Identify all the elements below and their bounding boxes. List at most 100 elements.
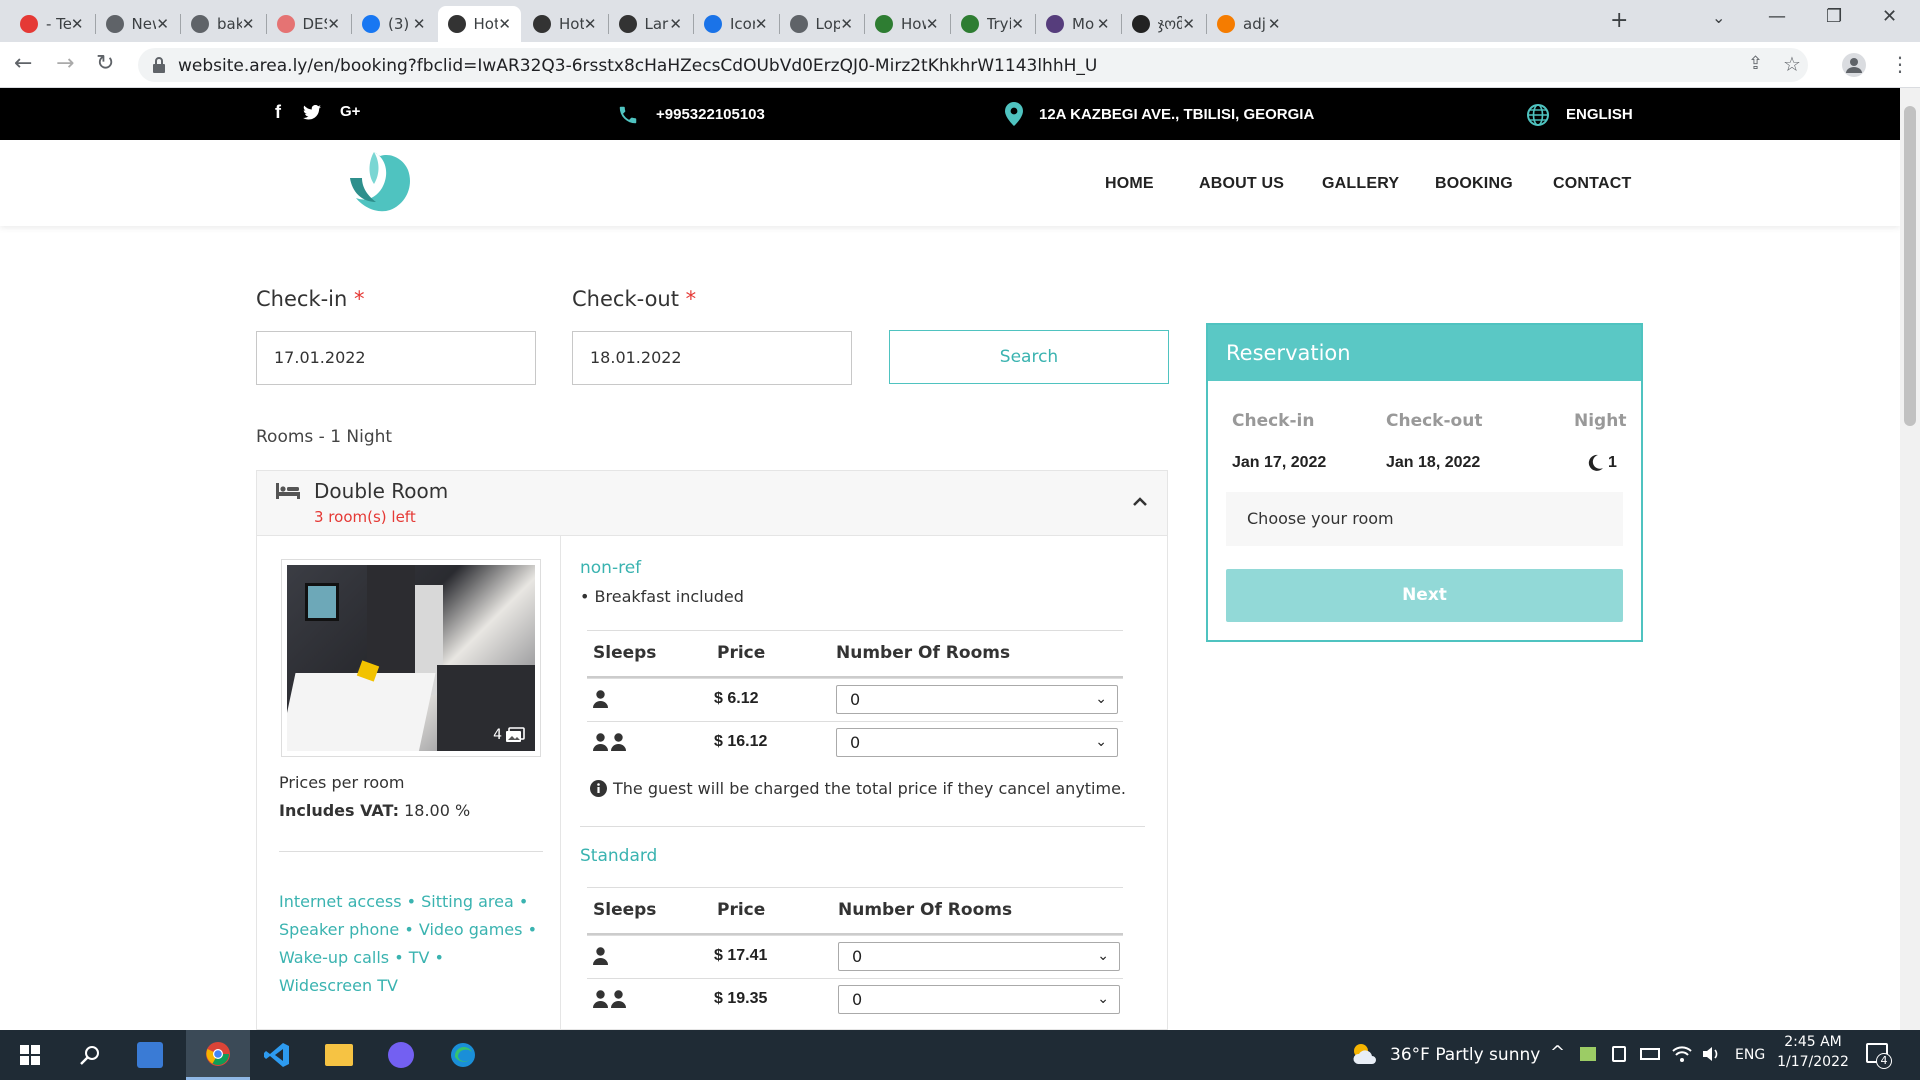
clock[interactable]: 2:45 AM 1/17/2022: [1775, 1034, 1851, 1070]
browser-tab[interactable]: - Te ✕: [10, 6, 94, 42]
meet-now-icon[interactable]: [1612, 1046, 1626, 1062]
task-manager-icon[interactable]: [137, 1042, 163, 1068]
back-icon[interactable]: ←: [14, 51, 32, 76]
tab-close-icon[interactable]: ✕: [840, 15, 853, 33]
room-card: Double Room 3 room(s) left 4 Prices per: [256, 470, 1168, 1031]
rate-table-nonref: Sleeps Price Number Of Rooms $ 6.12 0 ⌄ $…: [587, 630, 1123, 763]
checkin-input[interactable]: 17.01.2022: [256, 331, 536, 385]
checkout-label-text: Check-out: [572, 287, 679, 311]
tab-close-icon[interactable]: ✕: [413, 15, 426, 33]
nav-link-booking[interactable]: BOOKING: [1435, 175, 1513, 193]
site-logo[interactable]: [346, 148, 414, 218]
weather-partly-sunny-icon[interactable]: [1350, 1042, 1378, 1066]
browser-tab[interactable]: Lop ✕: [780, 6, 864, 42]
scrollbar-thumb[interactable]: [1904, 106, 1916, 426]
browser-tab[interactable]: adj ✕: [1207, 6, 1291, 42]
checkout-input[interactable]: 18.01.2022: [572, 331, 852, 385]
profile-avatar-icon[interactable]: [1842, 53, 1866, 77]
cancel-note: The guest will be charged the total pric…: [590, 779, 1126, 798]
share-icon[interactable]: ⇪: [1748, 53, 1763, 74]
windows-start-icon[interactable]: [20, 1045, 40, 1065]
rooms-select[interactable]: 0 ⌄: [838, 985, 1120, 1014]
browser-tab[interactable]: Lara✕: [609, 6, 693, 42]
person-icon: [611, 990, 626, 1008]
amenities-list: Internet access • Sitting area • Speaker…: [279, 892, 538, 995]
facebook-icon[interactable]: f: [275, 102, 281, 123]
vscode-icon[interactable]: [264, 1042, 290, 1068]
browser-tab[interactable]: How✕: [865, 6, 949, 42]
edge-icon[interactable]: [450, 1042, 476, 1068]
browser-tab[interactable]: Hot ✕: [523, 6, 607, 42]
browser-tab[interactable]: Icor✕: [694, 6, 778, 42]
person-icon: [593, 733, 608, 751]
tab-close-icon[interactable]: ✕: [242, 15, 255, 33]
notifications-icon[interactable]: 4: [1866, 1043, 1892, 1069]
tab-close-icon[interactable]: ✕: [926, 15, 939, 33]
tab-close-icon[interactable]: ✕: [156, 15, 169, 33]
table-row: $ 19.35 0 ⌄: [587, 978, 1123, 1021]
chevron-up-tray-icon[interactable]: ^: [1550, 1042, 1565, 1063]
twitter-icon[interactable]: [303, 105, 321, 120]
volume-icon[interactable]: [1701, 1045, 1721, 1063]
browser-tab[interactable]: bak ✕: [181, 6, 265, 42]
nav-link-contact[interactable]: CONTACT: [1553, 175, 1631, 193]
rooms-select[interactable]: 0 ⌄: [838, 942, 1120, 971]
room-photo[interactable]: 4: [281, 559, 541, 757]
room-card-header[interactable]: Double Room 3 room(s) left: [257, 471, 1167, 536]
forward-icon[interactable]: →: [56, 51, 74, 76]
weather-text[interactable]: 36°F Partly sunny: [1390, 1045, 1540, 1065]
search-icon[interactable]: [80, 1045, 100, 1065]
tab-close-icon[interactable]: ✕: [669, 15, 682, 33]
table-header-rooms: Number Of Rooms: [836, 643, 1011, 663]
file-explorer-icon[interactable]: [325, 1044, 353, 1066]
tab-close-icon[interactable]: ✕: [584, 15, 597, 33]
tab-close-icon[interactable]: ✕: [755, 15, 768, 33]
minimize-icon[interactable]: —: [1768, 6, 1786, 27]
nav-link-gallery[interactable]: GALLERY: [1322, 175, 1399, 193]
browser-tab[interactable]: Mo ✕: [1036, 6, 1120, 42]
rooms-select[interactable]: 0 ⌄: [836, 728, 1118, 757]
tab-close-icon[interactable]: ✕: [1268, 15, 1281, 33]
language-selector[interactable]: ENGLISH: [1566, 106, 1633, 123]
tab-close-icon[interactable]: ✕: [1011, 15, 1024, 33]
close-window-icon[interactable]: ✕: [1882, 6, 1897, 27]
google-plus-icon[interactable]: G+: [340, 103, 360, 120]
search-button[interactable]: Search: [889, 330, 1169, 384]
reload-icon[interactable]: ↻: [96, 51, 114, 76]
tab-close-icon[interactable]: ✕: [498, 15, 511, 33]
nav-link-home[interactable]: HOME: [1105, 175, 1154, 193]
restore-icon[interactable]: ❐: [1826, 6, 1842, 27]
next-button[interactable]: Next: [1226, 569, 1623, 622]
new-tab-button[interactable]: +: [1610, 8, 1628, 33]
battery-icon[interactable]: [1640, 1048, 1660, 1060]
tab-favicon-icon: [20, 15, 38, 33]
wifi-icon[interactable]: [1672, 1045, 1692, 1063]
browser-tab[interactable]: Hot ✕: [437, 6, 521, 42]
chevron-up-icon[interactable]: [1133, 497, 1147, 507]
taskbar-chrome-active[interactable]: [186, 1030, 250, 1080]
browser-tab[interactable]: New✕: [96, 6, 180, 42]
input-language[interactable]: ENG: [1735, 1047, 1765, 1063]
tray-app-icon[interactable]: [1580, 1047, 1596, 1061]
viber-icon[interactable]: [388, 1042, 414, 1068]
phone-number[interactable]: +995322105103: [656, 106, 765, 123]
address-text: 12A KAZBEGI AVE., TBILISI, GEORGIA: [1039, 106, 1315, 123]
browser-tab[interactable]: ჯომ ✕: [1122, 6, 1206, 42]
tab-close-icon[interactable]: ✕: [327, 15, 340, 33]
rooms-select[interactable]: 0 ⌄: [836, 685, 1118, 714]
tab-search-icon[interactable]: ⌄: [1712, 8, 1725, 27]
browser-tab-bar: - Te✕New✕bak✕DES✕(3)✕Hot✕Hot✕Lara✕Icor✕L…: [0, 0, 1920, 42]
page-scrollbar[interactable]: [1900, 88, 1920, 1030]
browser-tab[interactable]: DES✕: [267, 6, 351, 42]
tab-close-icon[interactable]: ✕: [71, 15, 84, 33]
browser-tab[interactable]: (3) ✕: [352, 6, 436, 42]
bookmark-star-icon[interactable]: ☆: [1783, 52, 1801, 76]
omnibox[interactable]: website.area.ly/en/booking?fbclid=IwAR32…: [138, 48, 1808, 82]
browser-menu-icon[interactable]: ⋮: [1890, 52, 1910, 76]
nav-link-about-us[interactable]: ABOUT US: [1199, 175, 1284, 193]
browser-tab[interactable]: Tryi ✕: [951, 6, 1035, 42]
price: $ 17.41: [714, 947, 768, 964]
checkin-label-text: Check-in: [256, 287, 348, 311]
tab-close-icon[interactable]: ✕: [1097, 15, 1110, 33]
tab-close-icon[interactable]: ✕: [1182, 15, 1195, 33]
